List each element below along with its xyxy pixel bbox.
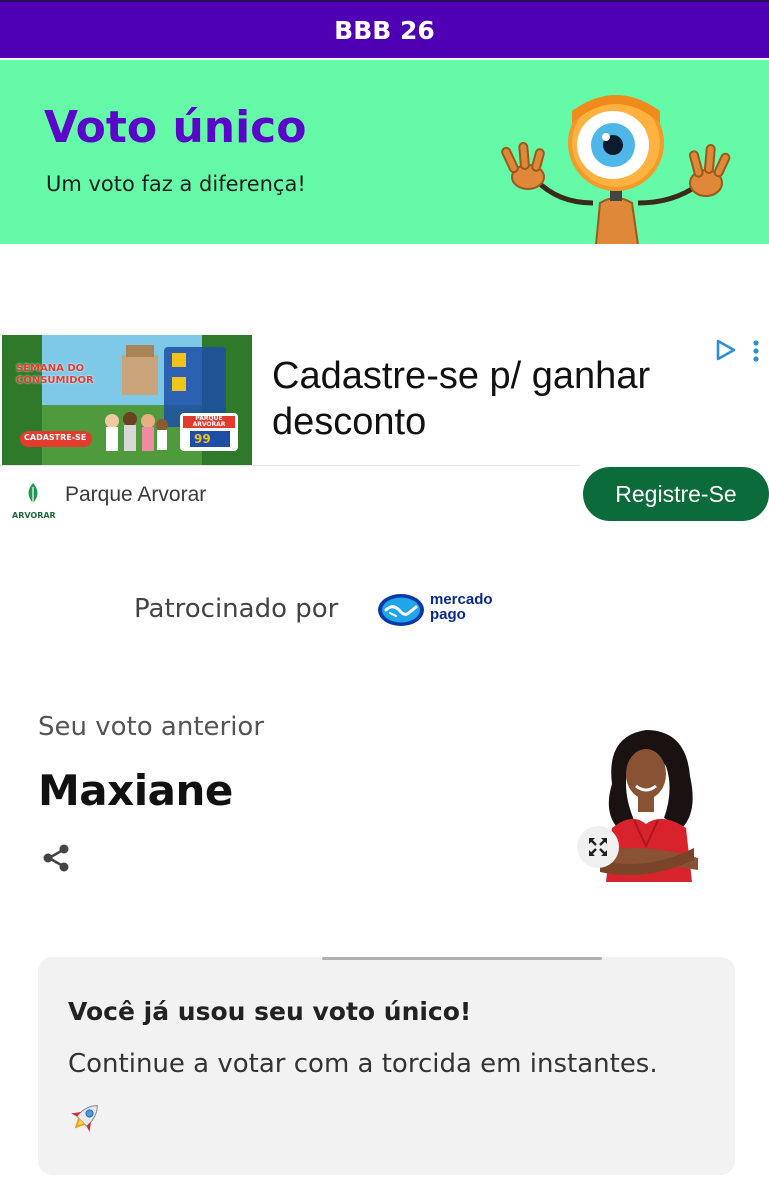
notice-text: Continue a votar com a torcida em instan… [68, 1049, 658, 1079]
register-button[interactable]: Registre-Se [583, 467, 769, 521]
mercado-pago-line2: pago [430, 606, 466, 623]
page-title: Voto único [44, 102, 307, 153]
page-subtitle: Um voto faz a diferença! [46, 172, 306, 196]
sponsor-label: Patrocinado por [134, 594, 339, 624]
advertiser-logo: ARVORAR [12, 481, 56, 520]
advertiser-logo-text: ARVORAR [12, 511, 56, 520]
previous-vote: Seu voto anterior Maxiane [0, 700, 769, 890]
hero-banner: Voto único Um voto faz a diferença! [0, 60, 769, 244]
rocket-icon [71, 1105, 98, 1132]
ad-banner-illustration [2, 335, 252, 465]
mercado-pago-logo: mercado pago [376, 590, 504, 630]
ad-image-line2: CONSUMIDOR [16, 375, 94, 386]
ad-image-line1: SEMANA DO [16, 363, 85, 374]
previous-vote-name: Maxiane [38, 766, 233, 815]
leaf-icon [28, 483, 38, 503]
share-icon[interactable] [40, 842, 72, 874]
ad-image-badge-line2: ARVORAR [192, 421, 226, 428]
advertiser-name: Parque Arvorar [65, 483, 207, 506]
previous-vote-label: Seu voto anterior [38, 712, 265, 742]
mercado-pago-line1: mercado [430, 591, 493, 608]
ad-image-cta: CADASTRE-SE [24, 433, 87, 442]
app-title: BBB 26 [334, 15, 435, 45]
ad-image-price: 99 [194, 432, 211, 446]
notice-title: Você já usou seu voto único! [68, 997, 472, 1026]
sponsor-row: Patrocinado por mercado pago [0, 580, 769, 640]
handshake-icon [378, 594, 424, 626]
more-options-icon[interactable] [750, 339, 762, 363]
ad-image[interactable]: SEMANA DO CONSUMIDOR CADASTRE-SE PARQUE … [2, 335, 252, 465]
advertisement[interactable]: SEMANA DO CONSUMIDOR CADASTRE-SE PARQUE … [0, 333, 769, 523]
ad-divider [0, 465, 580, 466]
card-drag-handle [322, 957, 602, 960]
ad-choices-icon[interactable] [714, 338, 738, 362]
expand-icon [589, 838, 607, 856]
vote-used-notice: Você já usou seu voto único! Continue a … [38, 957, 735, 1175]
ad-headline[interactable]: Cadastre-se p/ ganhar desconto [272, 353, 702, 445]
eye-mascot-icon [501, 95, 731, 244]
expand-photo-button[interactable] [577, 826, 619, 868]
top-bar: BBB 26 [0, 0, 769, 58]
